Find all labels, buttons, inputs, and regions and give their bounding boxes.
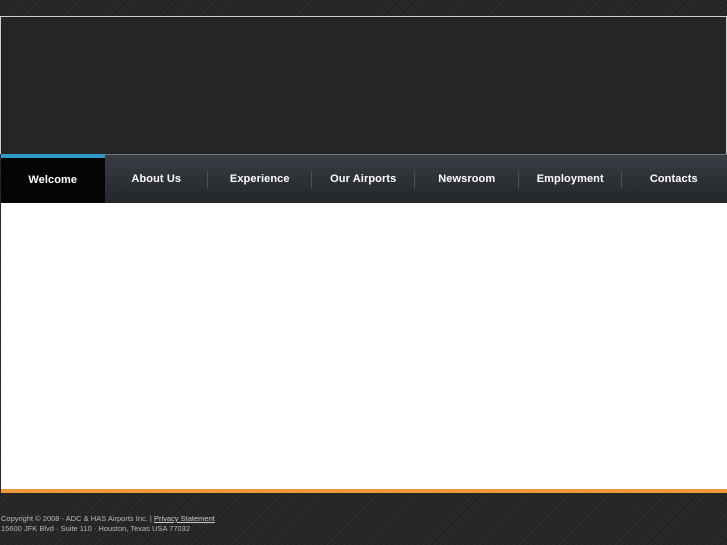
nav-item-employment[interactable]: Employment	[519, 155, 622, 203]
nav-item-label: Contacts	[649, 173, 698, 185]
nav-item-label: Welcome	[28, 173, 78, 186]
nav-item-newsroom[interactable]: Newsroom	[415, 155, 519, 203]
privacy-statement-link[interactable]: Privacy Statement	[154, 514, 215, 523]
nav-list: Welcome About Us Experience Our Airports…	[1, 154, 727, 203]
nav-item-label: Newsroom	[438, 173, 496, 185]
nav-item-experience[interactable]: Experience	[208, 155, 312, 203]
footer-address: 15600 JFK Blvd · Suite 110 · Houston, Te…	[1, 524, 191, 533]
nav-item-label: Our Airports	[330, 173, 397, 185]
copyright-text: Copyright © 2008 - ADC & HAS Airports In…	[1, 514, 152, 523]
footer-divider	[1, 489, 727, 493]
footer-copyright-line: Copyright © 2008 - ADC & HAS Airports In…	[1, 514, 215, 524]
nav-item-label: About Us	[131, 173, 182, 185]
nav-item-label: Experience	[229, 173, 290, 185]
nav-item-label: Employment	[536, 173, 604, 185]
header-banner	[0, 16, 727, 154]
nav-item-contacts[interactable]: Contacts	[622, 155, 726, 203]
footer: Copyright © 2008 - ADC & HAS Airports In…	[1, 514, 215, 534]
main-content	[1, 203, 727, 489]
top-strip	[0, 0, 727, 16]
main-nav: Welcome About Us Experience Our Airports…	[1, 154, 727, 203]
nav-item-welcome[interactable]: Welcome	[1, 154, 105, 203]
nav-item-our-airports[interactable]: Our Airports	[312, 155, 415, 203]
nav-item-about-us[interactable]: About Us	[105, 155, 208, 203]
